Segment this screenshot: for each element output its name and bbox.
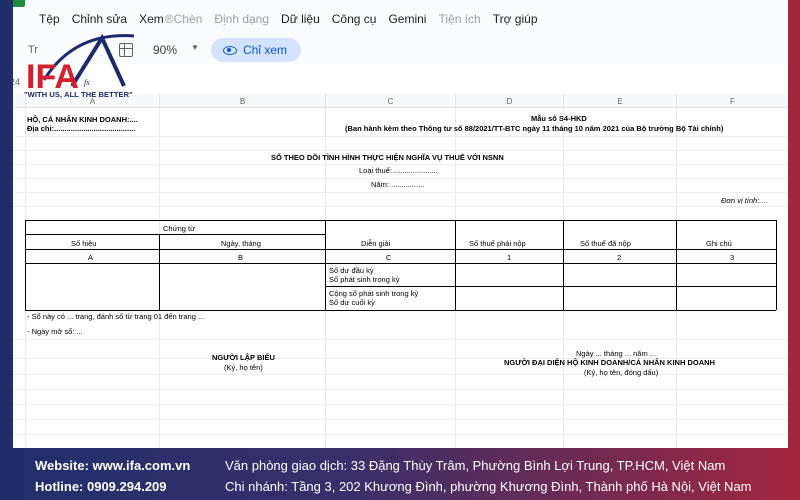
representative-sign: (Ký, họ tên, đóng dấu) [584, 368, 659, 377]
row-period-arising: Số phát sinh trong kỳ [329, 275, 400, 284]
code-3: 3 [730, 253, 735, 262]
menu-gemini[interactable]: Gemini [388, 12, 426, 26]
menu-edit[interactable]: Chỉnh sửa [72, 12, 127, 26]
year: Năm: ................ [371, 180, 425, 189]
menu-file[interactable]: Tệp [39, 12, 60, 26]
row-total-arising: Cộng số phát sinh trong kỳ [329, 289, 419, 298]
sheets-logo-icon [13, 0, 25, 7]
zoom-select[interactable]: 90% [153, 43, 177, 57]
view-only-label: Chỉ xem [243, 43, 288, 57]
sheet-grid[interactable]: HỘ, CÁ NHÂN KINH DOANH:.... Địa chỉ:....… [13, 108, 788, 448]
column-header-f[interactable]: F [676, 94, 788, 108]
column-header-b[interactable]: B [159, 94, 325, 108]
footer-office: Văn phòng giao dịch: 33 Đặng Thùy Trâm, … [225, 458, 726, 473]
preparer-title: NGƯỜI LẬP BIỂU [212, 353, 275, 362]
row-opening-balance: Số dư đầu kỳ [329, 266, 374, 275]
menu-help[interactable]: Trợ giúp [493, 12, 538, 26]
menu-insert[interactable]: ®Chèn [165, 12, 203, 26]
menu-data[interactable]: Dữ liệu [281, 12, 320, 26]
column-header-d[interactable]: D [455, 94, 563, 108]
footer-branch: Chi nhánh: Tầng 3, 202 Khương Đình, phườ… [225, 479, 752, 494]
form-code: Mẫu số S4-HKD [531, 114, 587, 123]
header-tax-payable: Số thuế phải nộp [469, 239, 526, 248]
menu-format[interactable]: Định dạng [214, 12, 269, 26]
form-note: (Ban hành kèm theo Thông tư số 88/2021/T… [345, 124, 724, 133]
footer-banner: Website: www.ifa.com.vn Hotline: 0909.29… [0, 448, 800, 500]
unit: Đơn vị tính:.... [721, 196, 768, 205]
chevron-down-icon[interactable]: ▼ [191, 43, 199, 52]
header-description: Diễn giải [361, 239, 391, 248]
page-title: SỔ THEO DÕI TÌNH HÌNH THỰC HIỆN NGHĨA VỤ… [271, 153, 504, 162]
code-2: 2 [617, 253, 622, 262]
logo-fx: fx [84, 78, 90, 87]
view-only-button[interactable]: Chỉ xem [211, 38, 301, 62]
name-box[interactable]: 24 [13, 77, 20, 87]
row-closing-balance: Số dư cuối kỳ [329, 298, 375, 307]
menu-view[interactable]: Xem [139, 12, 164, 26]
open-date: - Ngày mở sổ: ... [27, 327, 83, 336]
address: Địa chỉ:................................… [27, 124, 136, 133]
header-tax-paid: Số thuế đã nộp [580, 239, 631, 248]
menu-tools[interactable]: Công cụ [332, 12, 377, 26]
menu-extensions[interactable]: Tiện ích [438, 12, 480, 26]
code-a: A [88, 253, 94, 262]
code-c: C [386, 253, 392, 262]
footer-website[interactable]: Website: www.ifa.com.vn [35, 458, 190, 473]
org-name: HỘ, CÁ NHÂN KINH DOANH:.... [27, 115, 138, 124]
pages-note: - Sổ này có ... trang, đánh số từ trang … [27, 312, 205, 321]
header-date: Ngày, tháng [221, 239, 261, 248]
code-b: B [238, 253, 244, 262]
preparer-sign: (Ký, họ tên) [224, 363, 263, 372]
tax-type: Loại thuế:...................... [359, 166, 438, 175]
header-number: Số hiệu [71, 239, 97, 248]
representative-title: NGƯỜI ĐẠI DIỆN HỘ KINH DOANH/CÁ NHÂN KIN… [504, 358, 715, 367]
group-header-documents: Chứng từ [163, 224, 196, 233]
footer-hotline[interactable]: Hotline: 0909.294.209 [35, 479, 167, 494]
eye-icon [223, 45, 237, 55]
column-header-c[interactable]: C [325, 94, 455, 108]
date-line: Ngày ... tháng ... năm ... [576, 349, 657, 358]
column-header-e[interactable]: E [563, 94, 676, 108]
code-1: 1 [507, 253, 512, 262]
header-notes: Ghi chú [706, 239, 732, 248]
logo-tagline: "WITH US, ALL THE BETTER" [24, 90, 133, 99]
